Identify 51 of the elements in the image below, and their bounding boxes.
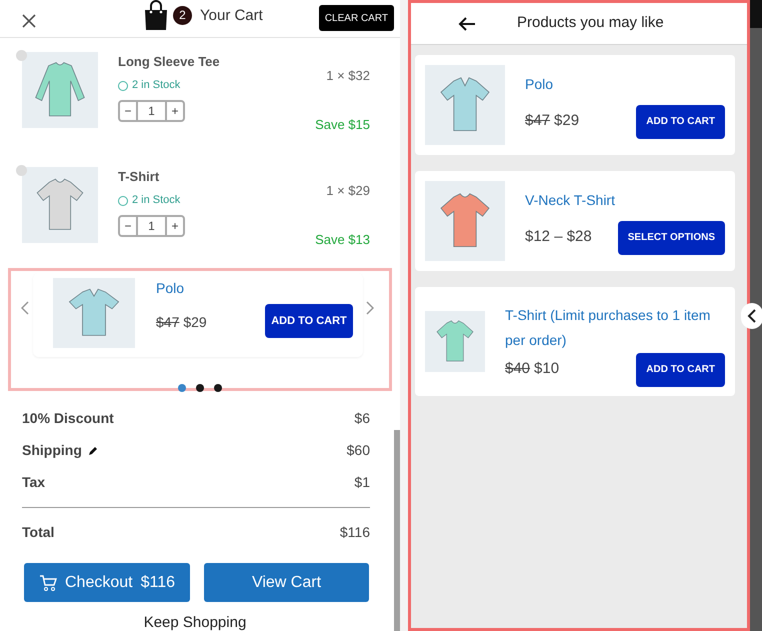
select-options-button[interactable]: SELECT OPTIONS: [618, 220, 725, 254]
scrollbar-thumb[interactable]: [394, 430, 400, 631]
total-label: Total: [22, 523, 54, 542]
product-name[interactable]: T-Shirt (Limit purchases to 1 item per order): [505, 302, 725, 352]
cart-count-badge: 2: [173, 6, 192, 24]
panel-toggle-button[interactable]: [741, 303, 762, 329]
add-to-cart-button[interactable]: ADD TO CART: [636, 104, 725, 138]
previous-button[interactable]: [21, 300, 29, 315]
checkout-button[interactable]: Checkout $116: [24, 563, 190, 602]
next-button[interactable]: [366, 300, 374, 315]
stock-status: 2 in Stock: [132, 193, 180, 208]
pencil-icon[interactable]: [88, 446, 98, 456]
product-name[interactable]: Polo: [156, 278, 207, 299]
item-savings: Save $13: [315, 231, 370, 250]
item-name: Long Sleeve Tee: [118, 52, 221, 71]
old-price: $47: [525, 111, 550, 132]
item-name: T-Shirt: [118, 168, 160, 186]
clear-cart-button[interactable]: CLEAR CART: [318, 5, 394, 31]
chevron-left-icon: [747, 309, 757, 323]
panel-title: Products you may like: [517, 13, 664, 34]
summary-label: Tax: [22, 473, 46, 492]
item-savings: Save $15: [315, 116, 370, 134]
summary-value: $6: [354, 409, 370, 428]
back-arrow-button[interactable]: [458, 16, 476, 32]
add-to-cart-button[interactable]: ADD TO CART: [265, 304, 353, 338]
price: $29: [183, 312, 207, 332]
old-price: $40: [505, 359, 530, 380]
keep-shopping-link[interactable]: Keep Shopping: [144, 614, 246, 631]
summary-label: 10% Discount: [22, 409, 114, 428]
stock-icon: [118, 80, 128, 91]
price: $10: [534, 359, 560, 380]
item-price: 1 × $32: [326, 66, 370, 85]
total-value: $116: [340, 523, 370, 542]
shirt-image: [425, 311, 485, 372]
summary-value: $60: [346, 441, 370, 460]
view-cart-button[interactable]: View Cart: [204, 563, 369, 602]
old-price: $47: [156, 312, 180, 332]
price: $29: [554, 111, 580, 132]
item-price: 1 × $29: [326, 182, 370, 200]
product-name[interactable]: Polo: [525, 72, 725, 96]
product-name[interactable]: V-Neck T-Shirt: [525, 188, 725, 212]
stock-status: 2 in Stock: [132, 78, 180, 94]
summary-label: Shipping: [22, 441, 82, 460]
stock-icon: [118, 196, 128, 206]
page-header-strip: [750, 0, 762, 28]
close-button[interactable]: [20, 12, 38, 30]
summary-value: $1: [354, 473, 370, 492]
price: $12 – $28: [525, 227, 592, 248]
cart-title: Your Cart: [200, 6, 263, 26]
cart-icon: [39, 574, 57, 592]
add-to-cart-button[interactable]: ADD TO CART: [636, 352, 725, 386]
